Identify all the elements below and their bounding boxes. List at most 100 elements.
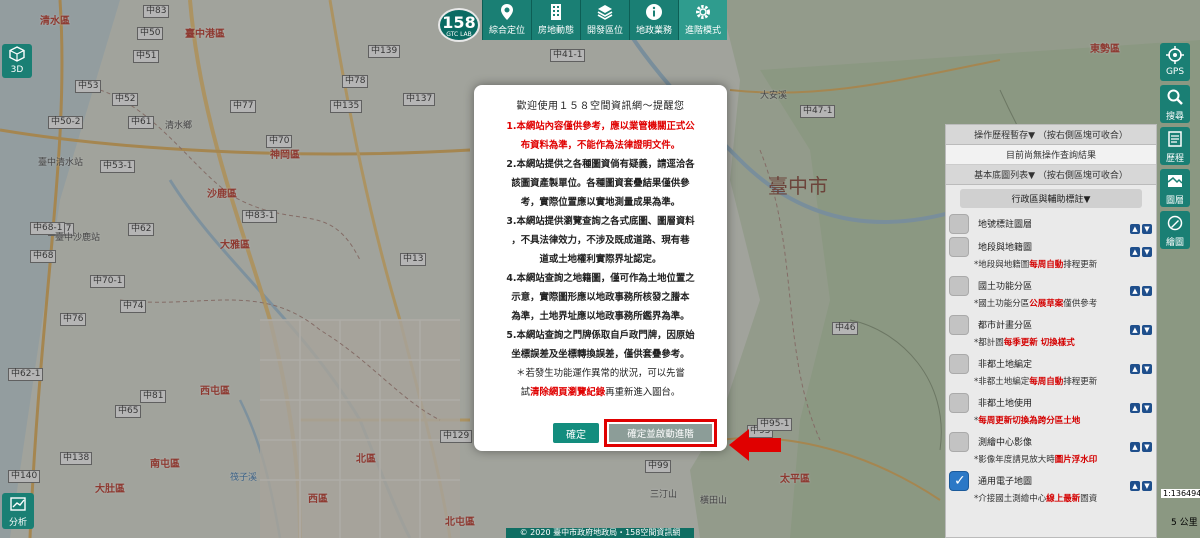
search-button[interactable]: 搜尋 bbox=[1160, 85, 1190, 123]
search-icon bbox=[1167, 89, 1183, 105]
layer-checkbox[interactable] bbox=[949, 315, 969, 335]
layer-note: *每周更新切換為跨分區土地 bbox=[974, 416, 1081, 426]
dialog-line: 坐標誤差及坐標轉換誤差，僅供套疊參考。 bbox=[511, 349, 690, 360]
dialog-line: 示意，實際圖形應以地政事務所核發之謄本 bbox=[511, 292, 690, 303]
draw-button[interactable]: 繪圖 bbox=[1160, 211, 1190, 249]
move-up-icon[interactable]: ▲ bbox=[1130, 286, 1140, 296]
base-map-section-header[interactable]: 基本底圖列表▼ （按右側區塊可收合） bbox=[946, 165, 1156, 185]
move-down-icon[interactable]: ▼ bbox=[1142, 403, 1152, 413]
dialog-line: 為準，土地界址應以地政事務所鑑界為準。 bbox=[511, 311, 690, 322]
admin-group-toggle[interactable]: 行政區與輔助標註▼ bbox=[960, 189, 1142, 208]
red-arrow-icon bbox=[729, 429, 781, 461]
3d-button-label: 3D bbox=[10, 65, 24, 75]
layer-order-controls: ▲ ▼ bbox=[1128, 278, 1152, 297]
layer-row: 非都土地編定 ▲ ▼ bbox=[946, 352, 1156, 375]
layer-checkbox[interactable] bbox=[949, 393, 969, 413]
toolbar-development-button[interactable]: 開發區位 bbox=[580, 0, 629, 40]
dialog-line: 考，實際位置應以實地測量成果為準。 bbox=[520, 197, 681, 208]
layer-order-controls: ▲ ▼ bbox=[1128, 434, 1152, 453]
analysis-button-label: 分析 bbox=[8, 518, 27, 528]
layer-note: *地段與地籍圖每周自動排程更新 bbox=[974, 260, 1098, 270]
copyright-footer: © 2020 臺中市政府地政局・158空間資訊網 bbox=[506, 528, 694, 538]
layer-note: *影像年度請見放大時圖片浮水印 bbox=[974, 455, 1098, 465]
dialog-line: 布資料為準，不能作為法律證明文件。 bbox=[520, 140, 681, 151]
dialog-line: 1.本網站內容僅供參考，應以業管機關正式公 bbox=[506, 121, 695, 132]
layer-order-controls: ▲ ▼ bbox=[1128, 473, 1152, 492]
layer-panel: 操作歷程暫存▼ （按右側區塊可收合） 目前尚無操作查詢結果 基本底圖列表▼ （按… bbox=[945, 124, 1157, 538]
dialog-line: 5.本網站查詢之門牌係取自戶政門牌，因原始 bbox=[506, 330, 695, 341]
layer-name: 地號標註圖層 bbox=[978, 220, 1033, 230]
move-down-icon[interactable]: ▼ bbox=[1142, 364, 1152, 374]
toolbar-land-admin-label: 地政業務 bbox=[635, 26, 672, 36]
layer-name: 地段與地籍圖 bbox=[978, 243, 1033, 253]
layer-name: 國土功能分區 bbox=[978, 282, 1033, 292]
dialog-line: 道或土地權利實際界址認定。 bbox=[539, 254, 662, 265]
layer-order-controls: ▲ ▼ bbox=[1128, 356, 1152, 375]
3d-button[interactable]: 3D bbox=[2, 44, 32, 78]
gps-button[interactable]: GPS bbox=[1160, 43, 1190, 81]
layers-button[interactable]: 圖層 bbox=[1160, 169, 1190, 207]
building-icon bbox=[551, 4, 561, 20]
move-up-icon[interactable]: ▲ bbox=[1130, 481, 1140, 491]
move-down-icon[interactable]: ▼ bbox=[1142, 247, 1152, 257]
history-button[interactable]: 歷程 bbox=[1160, 127, 1190, 165]
move-up-icon[interactable]: ▲ bbox=[1130, 224, 1140, 234]
dialog-title: 歡迎使用１５８空間資訊網～提醒您 bbox=[516, 101, 685, 112]
gear-icon bbox=[696, 5, 710, 19]
layer-name: 非都土地使用 bbox=[978, 399, 1033, 409]
layer-checkbox[interactable] bbox=[949, 214, 969, 234]
location-pin-icon bbox=[501, 4, 513, 20]
analysis-button[interactable]: 分析 bbox=[2, 493, 34, 529]
toolbar-advanced-button[interactable]: 進階模式 bbox=[678, 0, 727, 40]
layer-name: 測繪中心影像 bbox=[978, 438, 1033, 448]
move-down-icon[interactable]: ▼ bbox=[1142, 442, 1152, 452]
layers-label: 圖層 bbox=[1165, 196, 1184, 206]
toolbar-advanced-label: 進階模式 bbox=[684, 26, 721, 36]
draw-icon bbox=[1167, 215, 1183, 231]
toolbar-property-button[interactable]: 房地動態 bbox=[531, 0, 580, 40]
toolbar-location-button[interactable]: 綜合定位 bbox=[482, 0, 531, 40]
history-section-header[interactable]: 操作歷程暫存▼ （按右側區塊可收合） bbox=[946, 125, 1156, 145]
toolbar-land-admin-button[interactable]: 地政業務 bbox=[629, 0, 678, 40]
confirm-button[interactable]: 確定 bbox=[553, 423, 599, 443]
layer-row: 都市計畫分區 ▲ ▼ bbox=[946, 313, 1156, 336]
move-up-icon[interactable]: ▲ bbox=[1130, 364, 1140, 374]
layer-row: 地號標註圖層 ▲ ▼ bbox=[946, 212, 1156, 235]
gps-label: GPS bbox=[1165, 67, 1185, 77]
move-down-icon[interactable]: ▼ bbox=[1142, 325, 1152, 335]
layer-order-controls: ▲ ▼ bbox=[1128, 395, 1152, 414]
layer-checkbox-checked[interactable] bbox=[949, 471, 969, 491]
dialog-line: ＊若發生功能運作異常的狀況，可以先嘗 bbox=[516, 368, 685, 379]
layer-row: 地段與地籍圖 ▲ ▼ bbox=[946, 235, 1156, 258]
layer-row: 非都土地使用 ▲ ▼ bbox=[946, 391, 1156, 414]
logo[interactable]: 158 GTC LAB bbox=[438, 8, 480, 42]
logo-text: 158 bbox=[442, 13, 476, 32]
layer-checkbox[interactable] bbox=[949, 237, 969, 257]
layer-checkbox[interactable] bbox=[949, 432, 969, 452]
move-down-icon[interactable]: ▼ bbox=[1142, 286, 1152, 296]
confirm-advanced-button[interactable]: 確定並啟動進階 bbox=[609, 424, 712, 442]
dialog-line: 3.本網站提供瀏覽查詢之各式底圖、圖層資料 bbox=[506, 216, 695, 227]
move-up-icon[interactable]: ▲ bbox=[1130, 247, 1140, 257]
draw-label: 繪圖 bbox=[1165, 238, 1184, 248]
cube-icon bbox=[9, 46, 25, 62]
move-up-icon[interactable]: ▲ bbox=[1130, 442, 1140, 452]
dialog-line: 2.本網站提供之各種圖資倘有疑義，請逕洽各 bbox=[506, 159, 695, 170]
notice-dialog: 歡迎使用１５８空間資訊網～提醒您 1.本網站內容僅供參考，應以業管機關正式公 布… bbox=[474, 85, 727, 451]
dialog-line: 該圖資產製單位。各種圖資套疊結果僅供參 bbox=[511, 178, 690, 189]
history-label: 歷程 bbox=[1165, 154, 1184, 164]
move-down-icon[interactable]: ▼ bbox=[1142, 481, 1152, 491]
toolbar-location-label: 綜合定位 bbox=[488, 26, 525, 36]
move-down-icon[interactable]: ▼ bbox=[1142, 224, 1152, 234]
history-icon bbox=[1168, 131, 1182, 147]
layer-order-controls: ▲ ▼ bbox=[1128, 239, 1152, 258]
right-toolbar: GPS 搜尋 歷程 圖層 繪圖 bbox=[1160, 43, 1192, 253]
history-empty-text: 目前尚無操作查詢結果 bbox=[946, 145, 1156, 165]
move-up-icon[interactable]: ▲ bbox=[1130, 325, 1140, 335]
move-up-icon[interactable]: ▲ bbox=[1130, 403, 1140, 413]
layer-name: 非都土地編定 bbox=[978, 360, 1033, 370]
layer-checkbox[interactable] bbox=[949, 276, 969, 296]
search-label: 搜尋 bbox=[1165, 112, 1184, 122]
layers-icon bbox=[1167, 175, 1183, 187]
layer-checkbox[interactable] bbox=[949, 354, 969, 374]
